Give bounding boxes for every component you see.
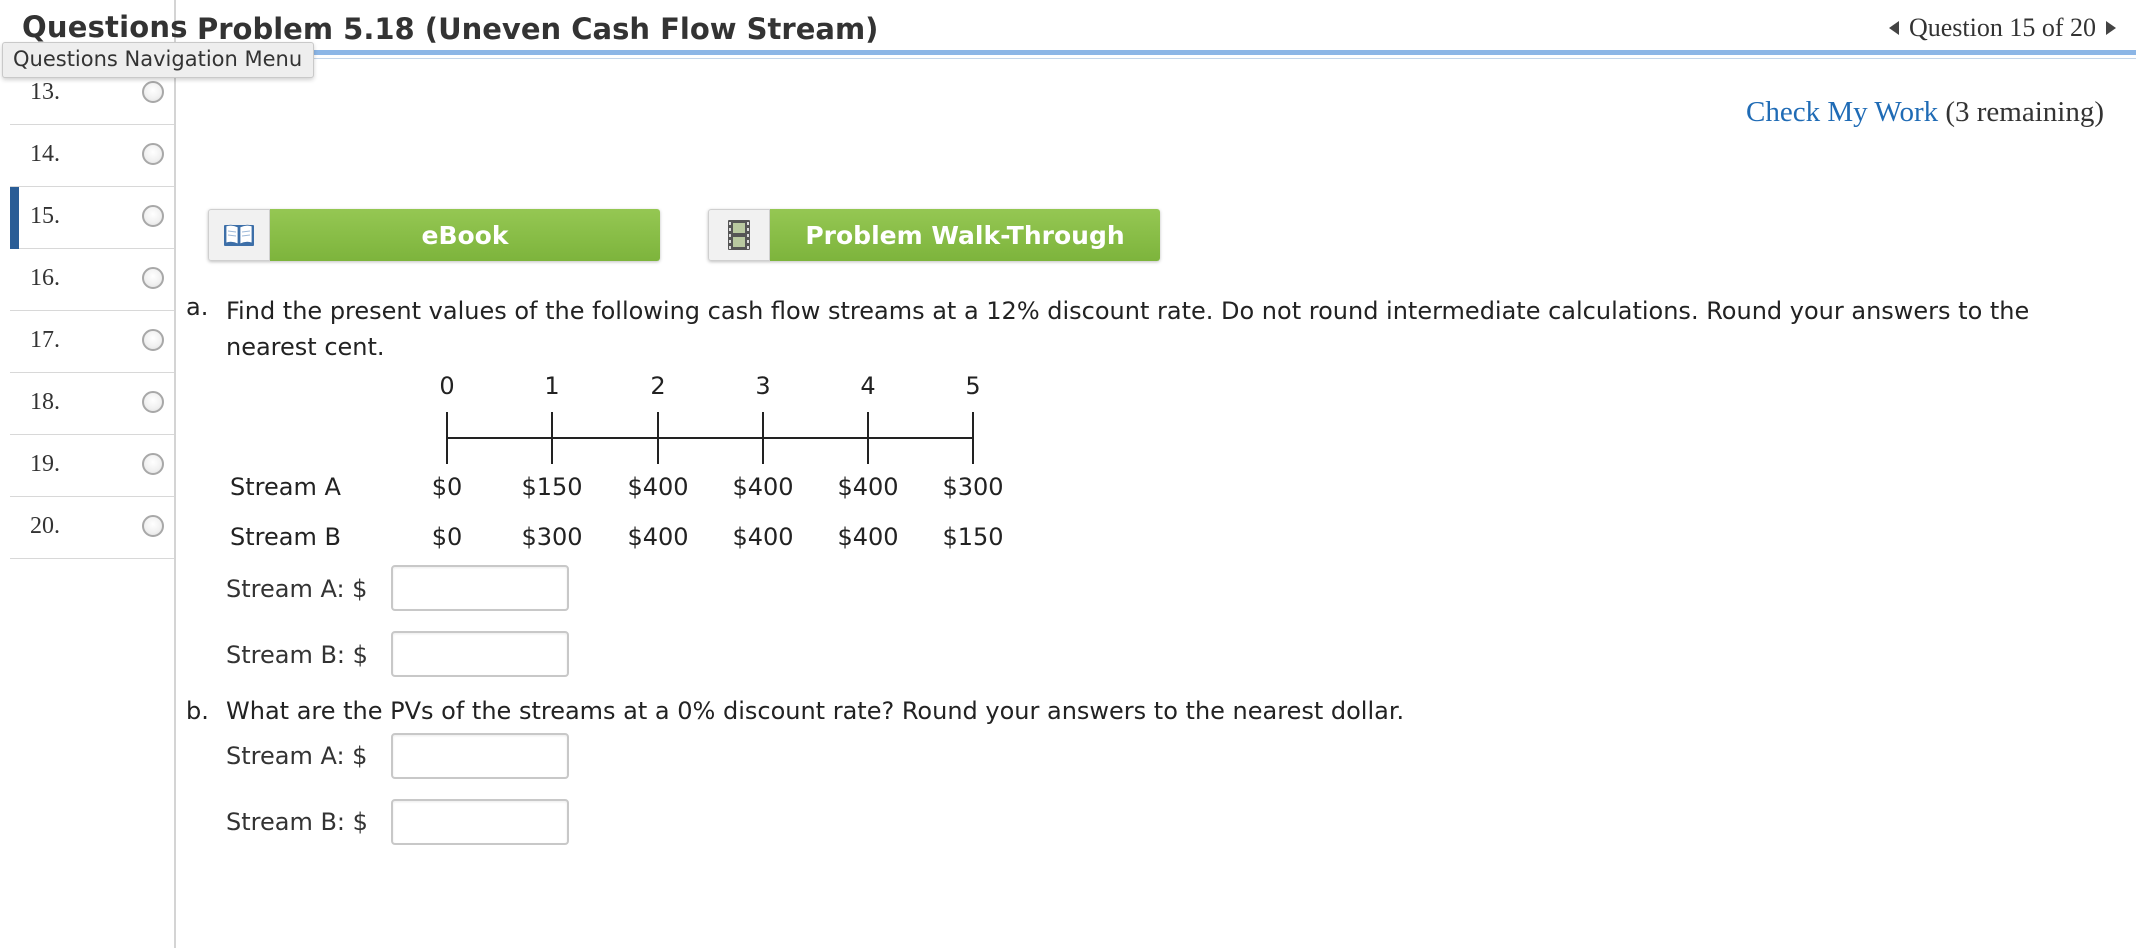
problem-walkthrough-button[interactable]: Problem Walk-Through xyxy=(708,209,1160,261)
stream-a-cf: $400 xyxy=(627,473,689,501)
questions-sidebar: Questions Questions Navigation Menu 13. … xyxy=(0,0,314,948)
question-list: 13. 14. 15. 16. 17. 18. 19. 20. xyxy=(10,63,174,559)
question-status-radio[interactable] xyxy=(142,515,164,537)
question-status-radio[interactable] xyxy=(142,205,164,227)
part-b-stream-a-input[interactable] xyxy=(391,733,569,779)
walkthrough-label: Problem Walk-Through xyxy=(770,209,1160,261)
question-item-17[interactable]: 17. xyxy=(10,311,174,373)
cash-flow-timeline: 0 1 2 3 4 5 xyxy=(420,372,1020,472)
stream-a-cf: $150 xyxy=(521,473,583,501)
part-a-stream-b-label: Stream B: $ xyxy=(226,641,368,669)
question-number: 16. xyxy=(30,265,60,291)
question-item-16[interactable]: 16. xyxy=(10,249,174,311)
part-a-stream-b-input[interactable] xyxy=(391,631,569,677)
question-status-radio[interactable] xyxy=(142,267,164,289)
part-a-stream-a-label: Stream A: $ xyxy=(226,575,368,603)
part-a-letter: a. xyxy=(186,293,209,321)
part-b-stream-a-label: Stream A: $ xyxy=(226,742,368,770)
part-b-question: What are the PVs of the streams at a 0% … xyxy=(226,697,1405,725)
stream-a-row-label: Stream A xyxy=(230,473,341,501)
open-book-icon xyxy=(224,224,254,246)
header-divider-thin xyxy=(176,58,2136,59)
question-item-14[interactable]: 14. xyxy=(10,125,174,187)
question-item-19[interactable]: 19. xyxy=(10,435,174,497)
stream-b-cf: $400 xyxy=(732,523,794,551)
part-a-question: Find the present values of the following… xyxy=(226,297,2030,361)
header-divider xyxy=(176,50,2136,55)
stream-b-cf: $400 xyxy=(627,523,689,551)
question-number: 14. xyxy=(30,141,60,167)
previous-question-icon[interactable] xyxy=(1888,21,1899,35)
question-number: 17. xyxy=(30,327,60,353)
ebook-label: eBook xyxy=(270,209,660,261)
timeline-axis xyxy=(446,412,974,464)
question-number: 19. xyxy=(30,451,60,477)
part-b-stream-b-input[interactable] xyxy=(391,799,569,845)
question-position: Question 15 of 20 xyxy=(1908,13,2096,42)
stream-b-cf: $400 xyxy=(837,523,899,551)
stream-b-cf: $150 xyxy=(942,523,1004,551)
stream-b-row-label: Stream B xyxy=(230,523,341,551)
ebook-icon-box xyxy=(208,209,270,261)
check-my-work: Check My Work (3 remaining) xyxy=(1746,96,2104,129)
walkthrough-icon-box xyxy=(708,209,770,261)
part-b-stream-b-label: Stream B: $ xyxy=(226,808,368,836)
question-number: 15. xyxy=(30,203,60,229)
question-item-15[interactable]: 15. xyxy=(10,187,174,249)
stream-a-cf: $300 xyxy=(942,473,1004,501)
ebook-button[interactable]: eBook xyxy=(208,209,660,261)
question-status-radio[interactable] xyxy=(142,329,164,351)
stream-b-cf: $300 xyxy=(521,523,583,551)
problem-title: Problem 5.18 (Uneven Cash Flow Stream) xyxy=(197,12,879,46)
nav-menu-tooltip: Questions Navigation Menu xyxy=(2,42,314,78)
question-number: 20. xyxy=(30,513,60,539)
check-remaining: (3 remaining) xyxy=(1945,96,2104,128)
stream-a-cf: $0 xyxy=(431,473,463,501)
part-b-letter: b. xyxy=(186,697,209,725)
question-number: 13. xyxy=(30,79,60,105)
stream-b-cf: $0 xyxy=(431,523,463,551)
sidebar-title: Questions xyxy=(22,10,188,44)
next-question-icon[interactable] xyxy=(2106,21,2116,35)
question-item-20[interactable]: 20. xyxy=(10,497,174,559)
question-item-18[interactable]: 18. xyxy=(10,373,174,435)
active-indicator xyxy=(10,187,19,249)
film-strip-icon xyxy=(728,220,750,250)
question-status-radio[interactable] xyxy=(142,391,164,413)
stream-a-cf: $400 xyxy=(837,473,899,501)
part-a-stream-a-input[interactable] xyxy=(391,565,569,611)
question-pager: Question 15 of 20 xyxy=(1888,13,2116,43)
question-status-radio[interactable] xyxy=(142,143,164,165)
question-number: 18. xyxy=(30,389,60,415)
check-my-work-link[interactable]: Check My Work xyxy=(1746,96,1938,128)
question-status-radio[interactable] xyxy=(142,81,164,103)
stream-a-cf: $400 xyxy=(732,473,794,501)
question-status-radio[interactable] xyxy=(142,453,164,475)
